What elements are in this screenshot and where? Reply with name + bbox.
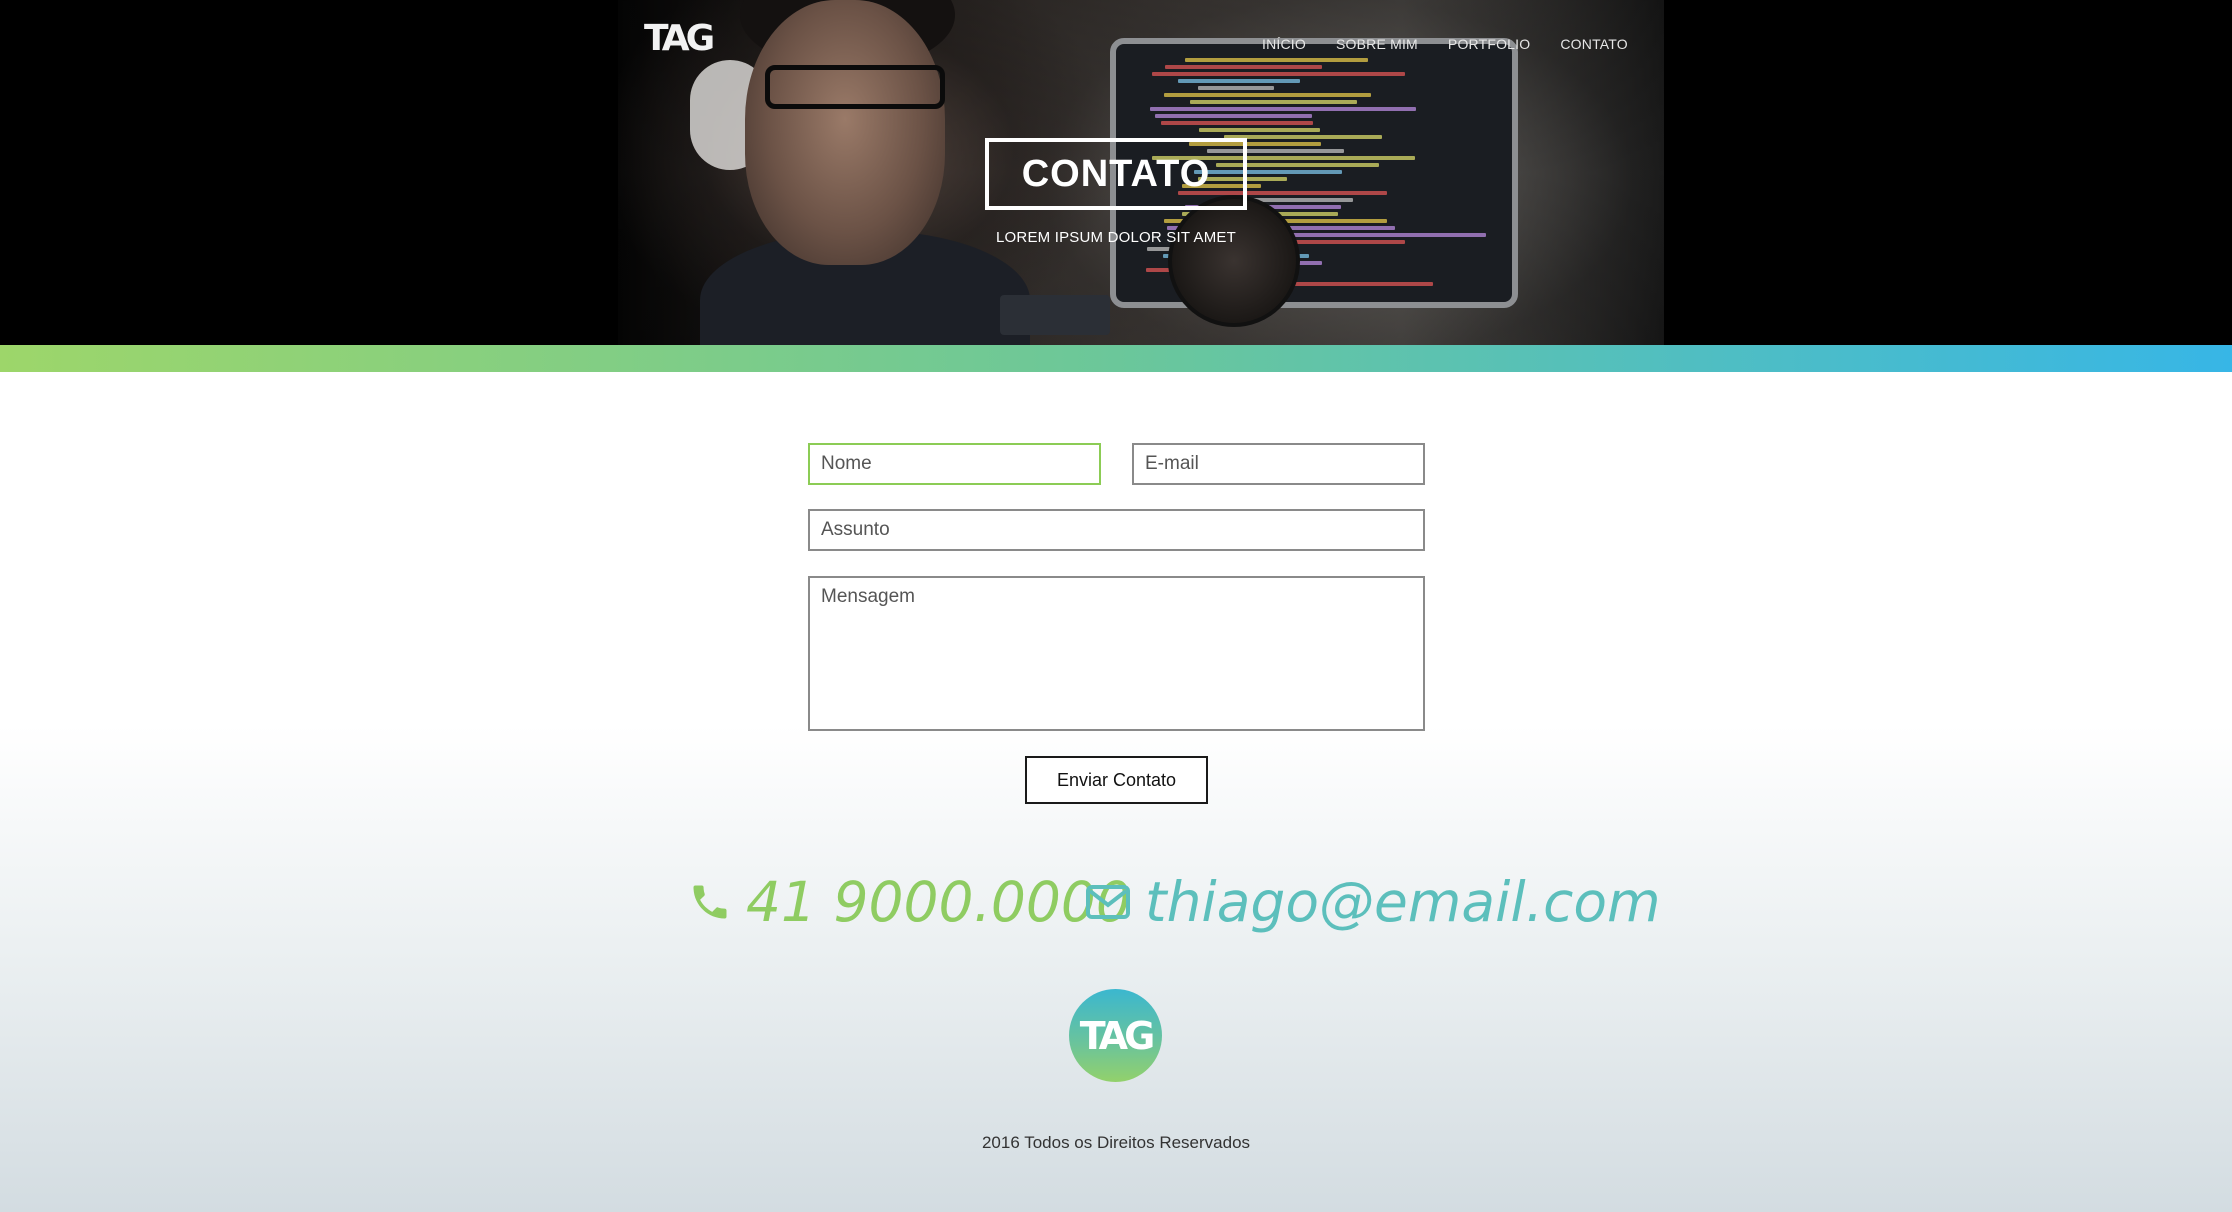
nav-item-portfolio[interactable]: PORTFOLIO xyxy=(1448,36,1530,52)
gradient-divider xyxy=(0,345,2232,372)
hero-photo-glasses xyxy=(765,65,945,109)
monitor-code-line xyxy=(1150,107,1416,111)
monitor-code-line xyxy=(1224,135,1382,139)
nav-item-contato[interactable]: CONTATO xyxy=(1560,36,1628,52)
monitor-code-line xyxy=(1161,121,1313,125)
monitor-code-line xyxy=(1199,128,1320,132)
hero-photo-microphone xyxy=(1168,195,1300,327)
monitor-code-line xyxy=(1198,86,1274,90)
nav-item-inicio[interactable]: INÍCIO xyxy=(1262,36,1306,52)
envelope-icon xyxy=(1086,885,1130,919)
hero-title-box: CONTATO xyxy=(985,138,1247,210)
monitor-code-line xyxy=(1185,58,1368,62)
monitor-code-line xyxy=(1164,93,1371,97)
message-textarea[interactable] xyxy=(808,576,1425,731)
email-address: thiago@email.com xyxy=(1145,870,1661,934)
monitor-code-line xyxy=(1190,100,1357,104)
phone-number: 41 9000.0000 xyxy=(746,870,1131,934)
monitor-code-line xyxy=(1155,114,1312,118)
email-input[interactable] xyxy=(1132,443,1425,485)
phone-icon xyxy=(693,885,727,919)
footer-logo[interactable]: TAG xyxy=(1069,989,1162,1082)
send-contact-button[interactable]: Enviar Contato xyxy=(1025,756,1208,804)
monitor-code-line xyxy=(1178,79,1300,83)
hero-subtitle: LOREM IPSUM DOLOR SIT AMET xyxy=(996,229,1236,246)
copyright-text: 2016 Todos os Direitos Reservados xyxy=(981,1133,1251,1152)
phone-contact[interactable]: 41 9000.0000 xyxy=(688,870,1131,934)
hero-photo-device xyxy=(1000,295,1110,335)
name-input[interactable] xyxy=(808,443,1101,485)
footer-logo-text: TAG xyxy=(1079,1013,1156,1058)
nav-item-sobre-mim[interactable]: SOBRE MIM xyxy=(1336,36,1418,52)
hero-banner: TAG INÍCIO SOBRE MIM PORTFOLIO CONTATO C… xyxy=(0,0,2232,345)
page-title: CONTATO xyxy=(1021,152,1211,195)
subject-input[interactable] xyxy=(808,509,1425,551)
hero-photo-face xyxy=(745,0,945,265)
monitor-code-line xyxy=(1152,72,1405,76)
site-logo[interactable]: TAG xyxy=(644,18,715,60)
main-nav: INÍCIO SOBRE MIM PORTFOLIO CONTATO xyxy=(1262,36,1658,52)
email-contact[interactable]: thiago@email.com xyxy=(1085,870,1661,934)
monitor-code-line xyxy=(1165,65,1322,69)
